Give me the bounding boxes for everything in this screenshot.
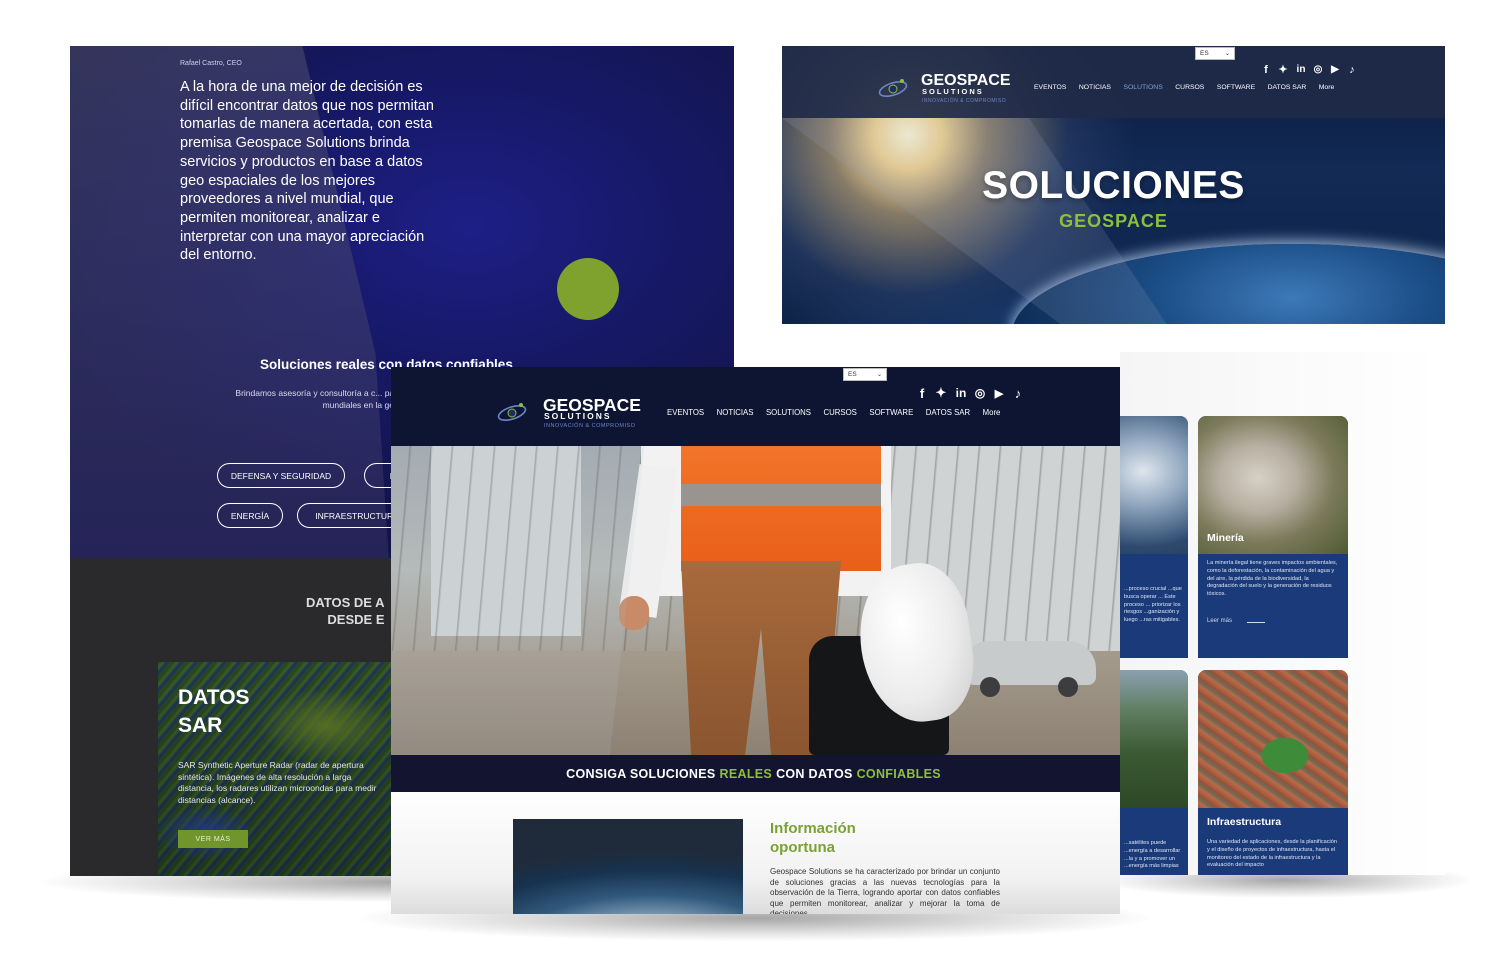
ver-mas-button[interactable]: VER MÁS bbox=[178, 830, 248, 848]
logo-tagline: INNOVACIÓN & COMPROMISO bbox=[544, 423, 636, 429]
logo-sub: SOLUTIONS bbox=[922, 87, 984, 96]
card-image-forest bbox=[1120, 670, 1188, 808]
menu-more[interactable]: More bbox=[983, 408, 1001, 417]
sar-title-line1: DATOS bbox=[178, 686, 250, 709]
instagram-icon[interactable]: ◎ bbox=[973, 386, 987, 400]
main-menu: EVENTOS NOTICIAS SOLUTIONS CURSOS SOFTWA… bbox=[667, 408, 1000, 417]
pill-energia[interactable]: ENERGÍA bbox=[217, 503, 283, 528]
youtube-icon[interactable]: ▶ bbox=[1328, 64, 1342, 75]
green-circle-decor bbox=[557, 258, 619, 320]
arrow-right-icon bbox=[1247, 622, 1265, 623]
applications-page-screenshot: ...proceso crucial ...que busca operar .… bbox=[1120, 352, 1445, 875]
menu-cursos[interactable]: CURSOS bbox=[824, 408, 857, 417]
twitter-icon[interactable]: ✦ bbox=[933, 385, 949, 401]
menu-software[interactable]: SOFTWARE bbox=[869, 408, 913, 417]
info-title-line2: oportuna bbox=[770, 839, 835, 856]
ceo-quote: A la hora de una mejor de decisión es di… bbox=[180, 79, 434, 264]
menu-cursos[interactable]: CURSOS bbox=[1175, 84, 1204, 91]
menu-datos-sar[interactable]: DATOS SAR bbox=[926, 408, 970, 417]
language-value: ES bbox=[1200, 50, 1209, 57]
twitter-icon[interactable]: ✦ bbox=[1276, 63, 1290, 76]
home-page-screenshot: ES ⌄ GEOSPACE SOLUTIONS INNOVACIÓN & COM… bbox=[391, 367, 1120, 914]
language-select[interactable]: ES ⌄ bbox=[1195, 47, 1235, 60]
geospace-logo[interactable]: GEOSPACE SOLUTIONS INNOVACIÓN & COMPROMI… bbox=[876, 72, 1021, 108]
chevron-down-icon: ⌄ bbox=[876, 372, 882, 378]
social-links: f ✦ in ◎ ▶ ♪ bbox=[915, 385, 1025, 401]
menu-datos-sar[interactable]: DATOS SAR bbox=[1268, 84, 1307, 91]
sar-title-line2: SAR bbox=[178, 714, 223, 737]
earth-image bbox=[513, 819, 743, 914]
card-image-clouds bbox=[1120, 416, 1188, 554]
language-value: ES bbox=[848, 371, 857, 378]
banner-text-2: CON DATOS bbox=[776, 766, 853, 781]
facebook-icon[interactable]: f bbox=[915, 386, 929, 401]
info-title-line1: Información bbox=[770, 820, 856, 837]
sar-card-title: DATOS SAR bbox=[178, 684, 250, 740]
card-description: ...proceso crucial ...que busca operar .… bbox=[1124, 586, 1182, 624]
mockup-stage: Rafael Castro, CEO A la hora de una mejo… bbox=[0, 0, 1500, 964]
info-text: Geospace Solutions se ha caracterizado p… bbox=[770, 867, 1000, 914]
sar-card-description: SAR Synthetic Aperture Radar (radar de a… bbox=[178, 760, 377, 805]
datos-heading-line2: DESDE E bbox=[327, 612, 385, 627]
satellite-logo-icon bbox=[878, 79, 908, 97]
card-image-city bbox=[1198, 670, 1348, 808]
ceo-name: Rafael Castro, CEO bbox=[180, 60, 242, 67]
geospace-logo[interactable]: GEOSPACE SOLUTIONS INNOVACIÓN & COMPROMI… bbox=[495, 395, 655, 435]
card-title: Minería bbox=[1207, 532, 1244, 544]
menu-eventos[interactable]: EVENTOS bbox=[667, 408, 704, 417]
satellite-logo-icon bbox=[497, 403, 527, 421]
menu-software[interactable]: SOFTWARE bbox=[1217, 84, 1255, 91]
linkedin-icon[interactable]: in bbox=[1294, 64, 1308, 75]
info-section bbox=[391, 792, 1120, 914]
menu-solutions[interactable]: SOLUTIONS bbox=[766, 408, 811, 417]
hero-banner: CONSIGA SOLUCIONES REALES CON DATOS CONF… bbox=[391, 755, 1120, 792]
language-select[interactable]: ES ⌄ bbox=[843, 368, 887, 381]
card-description: ...satélites puede ...energía a desarrol… bbox=[1124, 840, 1181, 870]
linkedin-icon[interactable]: in bbox=[953, 386, 969, 400]
solutions-page-screenshot: ES ⌄ GEOSPACE SOLUTIONS INNOVACIÓN & COM… bbox=[782, 46, 1445, 324]
banner-text-1: CONSIGA SOLUCIONES bbox=[566, 766, 716, 781]
hero-title: SOLUCIONES bbox=[982, 164, 1245, 207]
social-links: f ✦ in ◎ ▶ ♪ bbox=[1260, 63, 1358, 77]
logo-tagline: INNOVACIÓN & COMPROMISO bbox=[922, 98, 1007, 104]
youtube-icon[interactable]: ▶ bbox=[991, 387, 1007, 400]
logo-sub: SOLUTIONS bbox=[544, 411, 612, 421]
card-partial-bottom[interactable]: ...satélites puede ...energía a desarrol… bbox=[1120, 670, 1188, 875]
hero-subtitle: GEOSPACE bbox=[1059, 211, 1168, 231]
info-title: Información oportuna bbox=[770, 819, 856, 857]
sar-card: DATOS SAR SAR Synthetic Aperture Radar (… bbox=[158, 662, 398, 876]
card-description: La minería ilegal tiene graves impactos … bbox=[1207, 560, 1338, 598]
card-mineria[interactable]: Minería La minería ilegal tiene graves i… bbox=[1198, 416, 1348, 658]
card-title: Infraestructura bbox=[1207, 816, 1282, 828]
chevron-down-icon: ⌄ bbox=[1224, 51, 1230, 57]
datos-heading-line1: DATOS DE A bbox=[306, 595, 385, 610]
banner-highlight-1: REALES bbox=[719, 766, 773, 781]
tiktok-icon[interactable]: ♪ bbox=[1011, 386, 1025, 401]
card-description: Una variedad de aplicaciones, desde la p… bbox=[1207, 839, 1337, 869]
menu-noticias[interactable]: NOTICIAS bbox=[717, 408, 754, 417]
menu-more[interactable]: More bbox=[1319, 84, 1335, 91]
datos-heading: DATOS DE A DESDE E bbox=[306, 594, 385, 628]
menu-noticias[interactable]: NOTICIAS bbox=[1079, 84, 1111, 91]
card-partial-top[interactable]: ...proceso crucial ...que busca operar .… bbox=[1120, 416, 1188, 658]
menu-eventos[interactable]: EVENTOS bbox=[1034, 84, 1066, 91]
parked-car bbox=[966, 641, 1096, 697]
main-menu: EVENTOS NOTICIAS SOLUTIONS CURSOS SOFTWA… bbox=[1034, 84, 1334, 91]
facebook-icon[interactable]: f bbox=[1260, 64, 1272, 76]
tiktok-icon[interactable]: ♪ bbox=[1346, 64, 1358, 76]
leer-mas-link[interactable]: Leer más bbox=[1207, 618, 1232, 624]
vest-reflective-stripe bbox=[681, 484, 881, 506]
menu-solutions[interactable]: SOLUTIONS bbox=[1123, 84, 1162, 91]
card-infraestructura[interactable]: Infraestructura Una variedad de aplicaci… bbox=[1198, 670, 1348, 875]
instagram-icon[interactable]: ◎ bbox=[1312, 64, 1324, 75]
pill-defensa[interactable]: DEFENSA Y SEGURIDAD bbox=[217, 463, 345, 488]
banner-highlight-2: CONFIABLES bbox=[856, 766, 941, 781]
safety-vest bbox=[681, 446, 881, 571]
